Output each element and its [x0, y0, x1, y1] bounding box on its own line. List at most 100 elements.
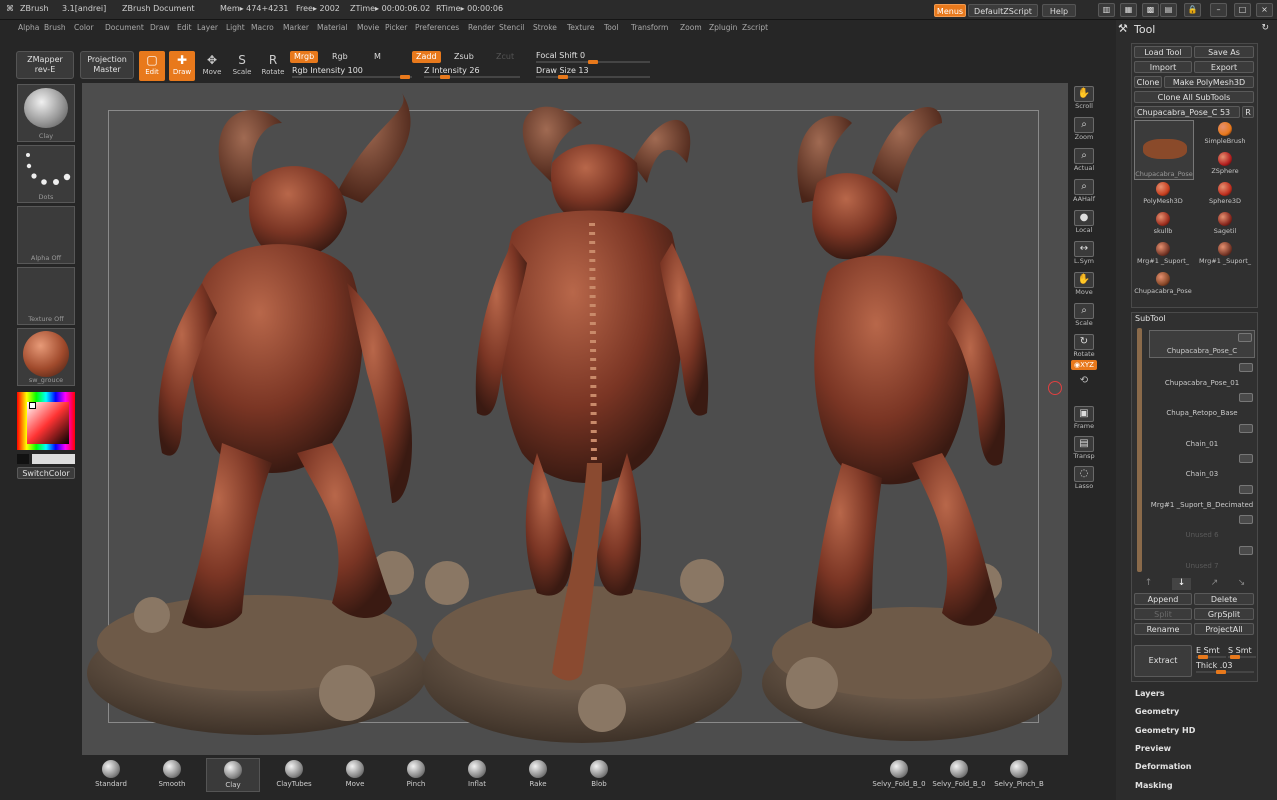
menu-document[interactable]: Document [105, 23, 144, 32]
minimize-icon[interactable]: – [1210, 3, 1227, 17]
alpha-thumbnail[interactable]: Alpha Off [17, 206, 75, 264]
tool-item[interactable]: ZSphere [1196, 150, 1254, 180]
default-zscript-button[interactable]: DefaultZScript [968, 4, 1038, 17]
palette-menu-preview[interactable]: Preview [1135, 744, 1171, 753]
extract-button[interactable]: Extract [1134, 645, 1192, 677]
switch-color-button[interactable]: SwitchColor [17, 467, 75, 479]
custom-brush-button[interactable]: Selvy_Pinch_B [988, 758, 1050, 792]
split-button[interactable]: Split [1134, 608, 1192, 620]
tool-move-button[interactable]: ✥ Move [199, 51, 225, 81]
subtool-scrollbar[interactable] [1137, 328, 1142, 572]
menu-transform[interactable]: Transform [631, 23, 668, 32]
brush-claytubes-button[interactable]: ClayTubes [267, 758, 321, 792]
nav-frame-button[interactable]: ▣ Frame [1071, 405, 1097, 433]
z-intensity-slider[interactable]: Z Intensity 26 [424, 65, 520, 79]
append-button[interactable]: Append [1134, 593, 1192, 605]
subtool-row[interactable]: Unused 6 [1149, 513, 1255, 541]
zsub-toggle[interactable]: Zsub [450, 51, 478, 63]
palette-menu-geometry[interactable]: Geometry [1135, 707, 1179, 716]
menu-render[interactable]: Render [468, 23, 495, 32]
palette-menu-layers[interactable]: Layers [1135, 689, 1165, 698]
stroke-thumbnail[interactable]: Dots [17, 145, 75, 203]
import-button[interactable]: Import [1134, 61, 1192, 73]
thick-slider[interactable]: Thick .03 [1196, 660, 1254, 674]
load-tool-button[interactable]: Load Tool [1134, 46, 1192, 58]
maximize-icon[interactable]: □ [1234, 3, 1251, 17]
tool-draw-button[interactable]: ✚ Draw [169, 51, 195, 81]
menu-picker[interactable]: Picker [385, 23, 407, 32]
visibility-eye-icon[interactable] [1239, 423, 1253, 433]
menu-zoom[interactable]: Zoom [680, 23, 702, 32]
zcut-toggle[interactable]: Zcut [492, 51, 518, 63]
menu-alpha[interactable]: Alpha [18, 23, 39, 32]
subtool-row[interactable]: Chain_03 [1149, 452, 1255, 480]
menu-edit[interactable]: Edit [177, 23, 192, 32]
brush-smooth-button[interactable]: Smooth [145, 758, 199, 792]
grid-icon[interactable]: ▩ [1142, 3, 1159, 17]
nav-lasso-button[interactable]: ◌ Lasso [1071, 465, 1097, 493]
menu-zscript[interactable]: Zscript [742, 23, 768, 32]
texture-thumbnail[interactable]: Texture Off [17, 267, 75, 325]
visibility-eye-icon[interactable] [1239, 484, 1253, 494]
focal-shift-slider[interactable]: Focal Shift 0 [536, 50, 650, 64]
tool-item[interactable]: PolyMesh3D [1134, 180, 1192, 210]
visibility-eye-icon[interactable] [1239, 393, 1253, 402]
document-canvas[interactable] [82, 83, 1068, 755]
close-icon[interactable]: × [1256, 3, 1273, 17]
brush-clay-button[interactable]: Clay [206, 758, 260, 792]
tool-item[interactable]: Chupacabra_Pose [1134, 270, 1192, 300]
tool-item[interactable]: skullb [1134, 210, 1192, 240]
menu-color[interactable]: Color [74, 23, 94, 32]
grpsplit-button[interactable]: GrpSplit [1194, 608, 1254, 620]
subtool-row[interactable]: Chupacabra_Pose_C [1149, 330, 1255, 358]
visibility-eye-icon[interactable] [1239, 454, 1253, 463]
brush-blob-button[interactable]: Blob [572, 758, 626, 792]
tool-item[interactable]: Mrg#1 _Suport_ [1134, 240, 1192, 270]
menu-draw[interactable]: Draw [150, 23, 170, 32]
projectall-button[interactable]: ProjectAll [1194, 623, 1254, 635]
e-smt-slider[interactable]: E Smt [1196, 645, 1226, 659]
tool-rotate-button[interactable]: R Rotate [260, 51, 286, 81]
arrow-redo-icon[interactable]: ↗ [1211, 578, 1219, 590]
tool-edit-button[interactable]: ▢ Edit [139, 51, 165, 81]
visibility-eye-icon[interactable] [1239, 362, 1253, 372]
brush-pinch-button[interactable]: Pinch [389, 758, 443, 792]
nav-local-button[interactable]: ● Local [1071, 209, 1097, 237]
tool-item[interactable]: Mrg#1 _Suport_ [1196, 240, 1254, 270]
lock-icon[interactable]: 🔒 [1184, 3, 1201, 17]
material-thumbnail[interactable]: sw_grouce [17, 328, 75, 386]
brush-inflat-button[interactable]: Inflat [450, 758, 504, 792]
menus-button[interactable]: Menus [934, 4, 966, 17]
menu-stroke[interactable]: Stroke [533, 23, 557, 32]
brush-move-button[interactable]: Move [328, 758, 382, 792]
brush-standard-button[interactable]: Standard [84, 758, 138, 792]
color-picker[interactable] [17, 392, 75, 450]
tool-r-button[interactable]: R [1242, 106, 1254, 118]
menu-preferences[interactable]: Preferences [415, 23, 459, 32]
make-polymesh-button[interactable]: Make PolyMesh3D [1164, 76, 1254, 88]
help-button[interactable]: Help [1042, 4, 1076, 17]
palette-menu-deformation[interactable]: Deformation [1135, 762, 1191, 771]
arrow-undo-icon[interactable]: ↘ [1238, 578, 1246, 590]
visibility-eye-icon[interactable] [1239, 515, 1253, 524]
layout-icon[interactable]: ▥ [1098, 3, 1115, 17]
draw-size-slider[interactable]: Draw Size 13 [536, 65, 650, 79]
tool-scale-button[interactable]: S Scale [229, 51, 255, 81]
subtool-row[interactable]: Unused 7 [1149, 544, 1255, 572]
nav-transp-button[interactable]: ▤ Transp [1071, 435, 1097, 463]
subtool-row[interactable]: Chupa_Retopo_Base [1149, 391, 1255, 419]
nav-scroll-button[interactable]: ✋ Scroll [1071, 85, 1097, 113]
palette-menu-geometry-hd[interactable]: Geometry HD [1135, 726, 1195, 735]
menu-zplugin[interactable]: Zplugin [709, 23, 737, 32]
palette-menu-masking[interactable]: Masking [1135, 781, 1173, 790]
menu-marker[interactable]: Marker [283, 23, 309, 32]
tool-item[interactable]: Sphere3D [1196, 180, 1254, 210]
mrgb-toggle[interactable]: Mrgb [290, 51, 319, 63]
export-button[interactable]: Export [1194, 61, 1254, 73]
save-as-button[interactable]: Save As [1194, 46, 1254, 58]
rotate-axis-icon[interactable]: ⟲ [1071, 375, 1097, 389]
menu-texture[interactable]: Texture [567, 23, 594, 32]
zadd-toggle[interactable]: Zadd [412, 51, 441, 63]
custom-brush-button[interactable]: Selvy_Fold_B_0 [928, 758, 990, 792]
frames-icon[interactable]: ▤ [1160, 3, 1177, 17]
